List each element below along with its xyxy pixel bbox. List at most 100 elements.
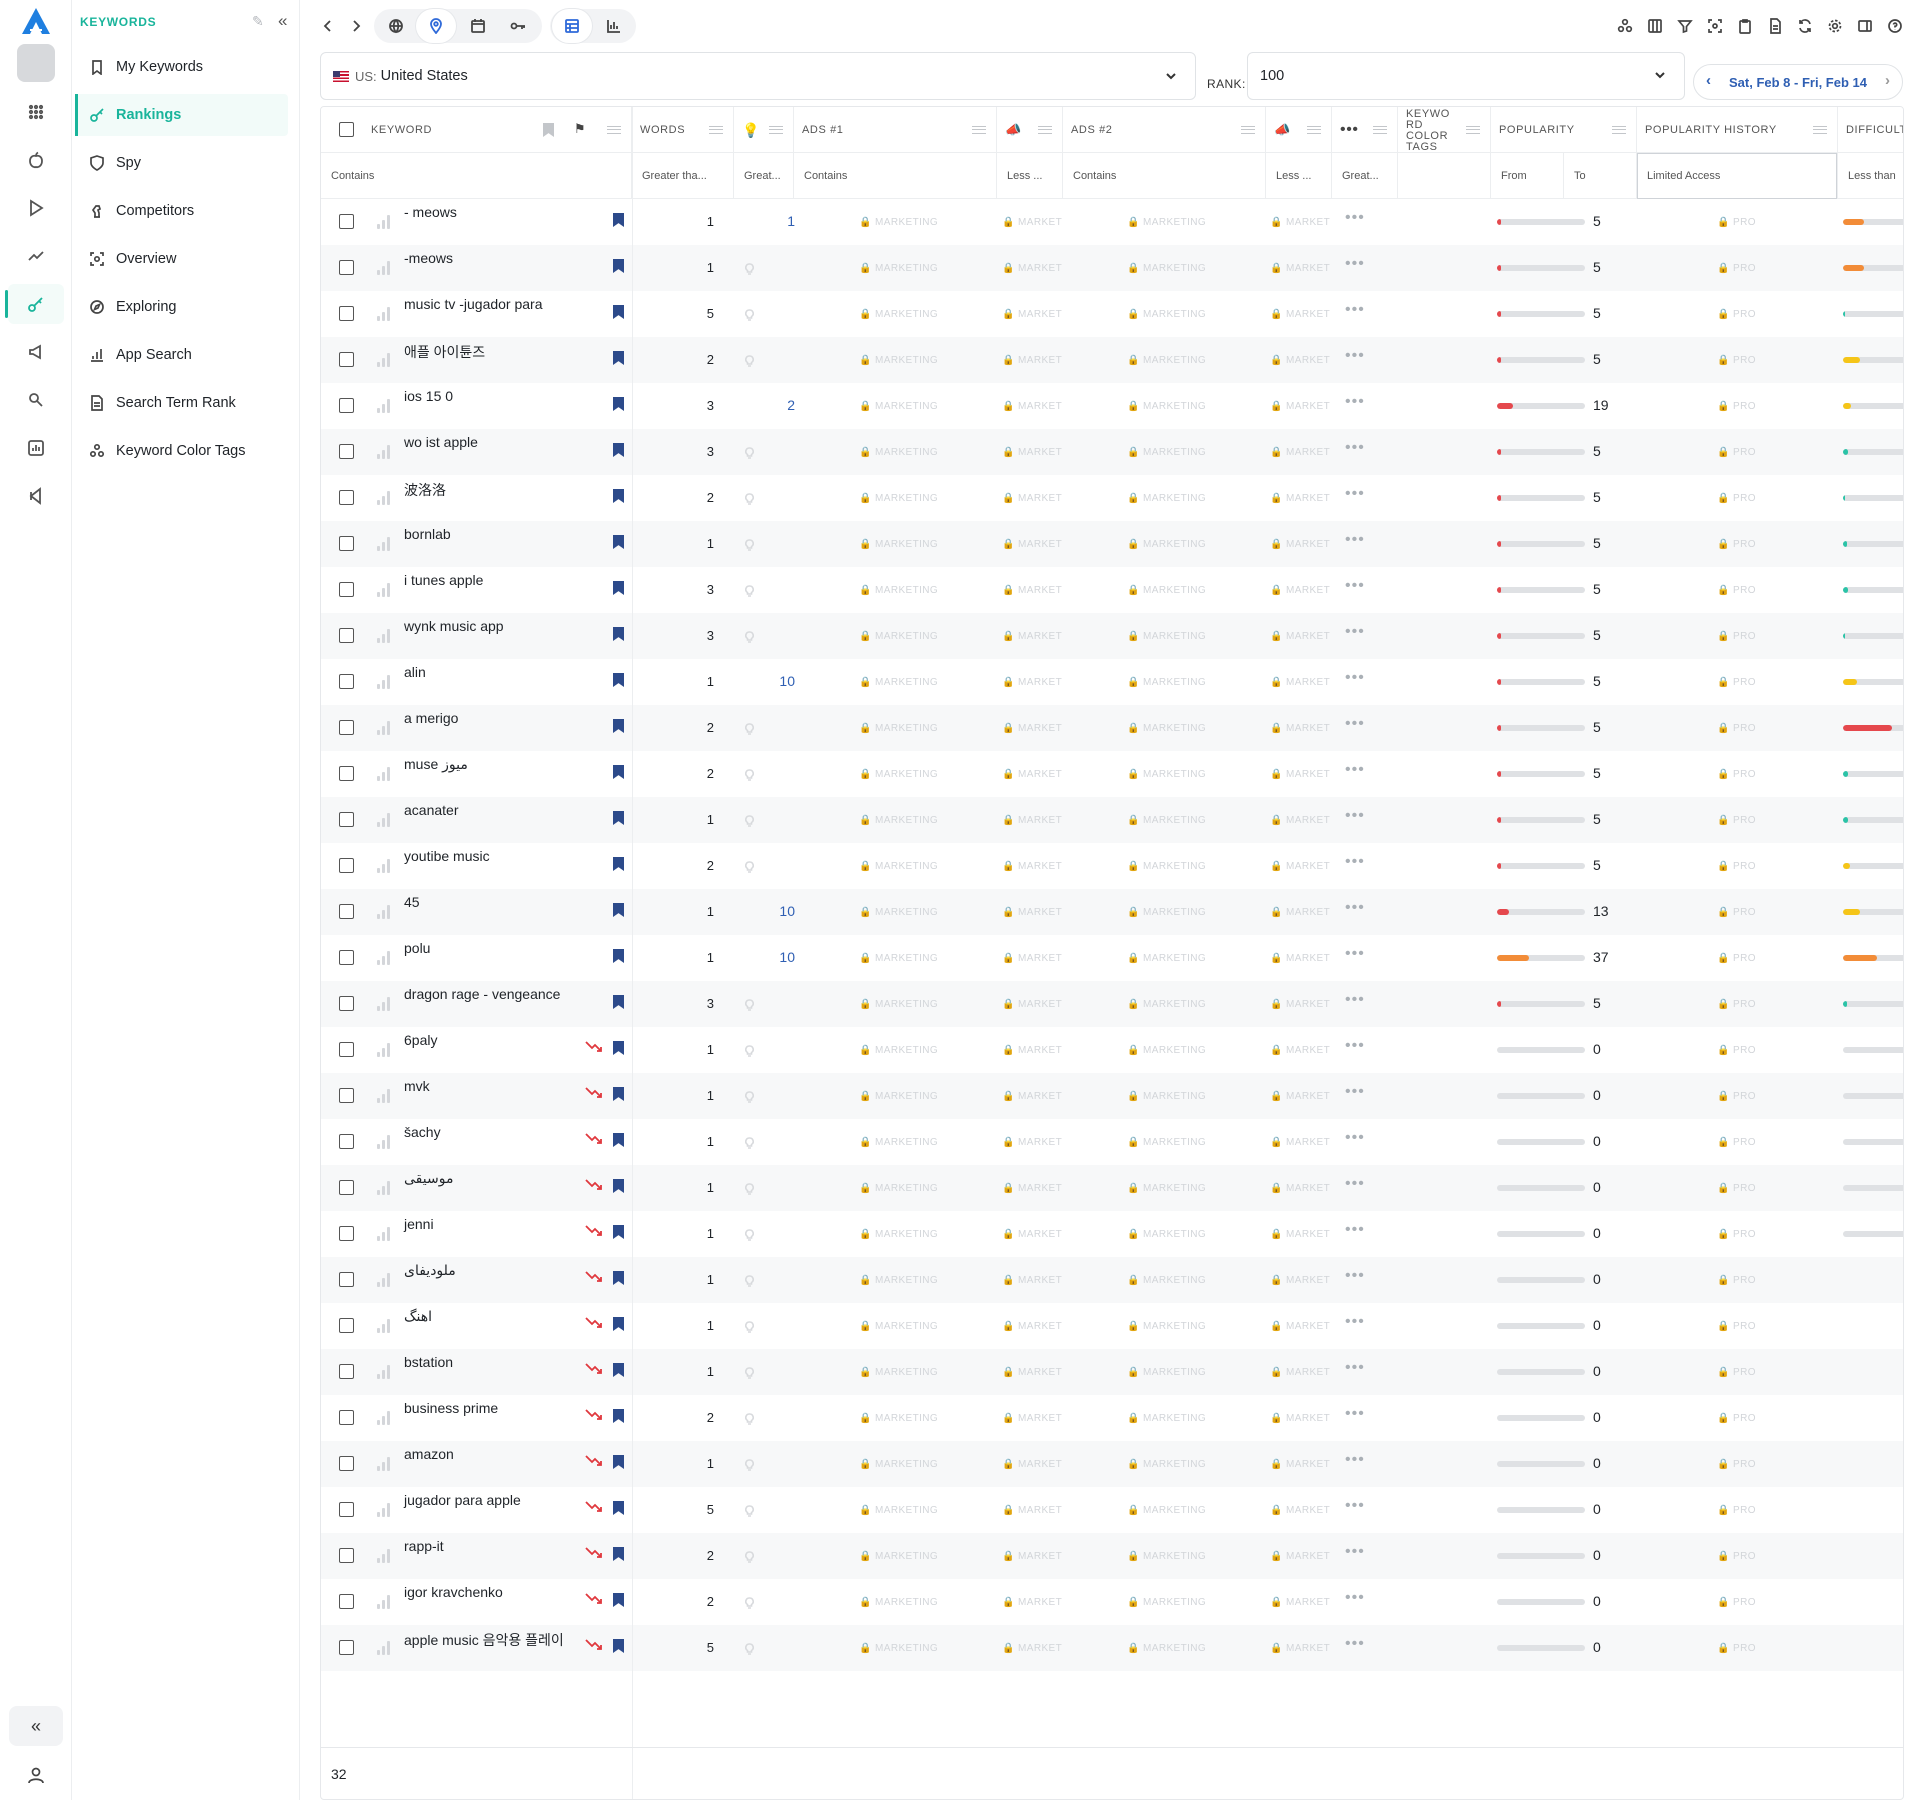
- bookmark-icon[interactable]: [613, 397, 624, 411]
- more-dots-icon[interactable]: •••: [1345, 1405, 1365, 1423]
- row-checkbox[interactable]: [339, 812, 354, 827]
- columns-icon[interactable]: [1640, 14, 1670, 38]
- trend-icon[interactable]: [8, 236, 64, 276]
- keyword-text[interactable]: bstation: [404, 1354, 453, 1370]
- vscode-icon[interactable]: [8, 476, 64, 516]
- row-checkbox[interactable]: [339, 1594, 354, 1609]
- keyword-text[interactable]: 波洛洛: [404, 480, 446, 500]
- filter-more[interactable]: Great...: [1332, 153, 1398, 199]
- keyword-text[interactable]: jugador para apple: [404, 1492, 521, 1508]
- keyword-text[interactable]: bornlab: [404, 526, 451, 542]
- col-ads2[interactable]: ADS #2: [1063, 107, 1266, 153]
- bookmark-icon[interactable]: [543, 123, 554, 137]
- globe-icon[interactable]: [376, 9, 416, 43]
- column-menu-icon[interactable]: [1038, 126, 1052, 134]
- settings-gear-icon[interactable]: [1820, 14, 1850, 38]
- key-icon[interactable]: [498, 9, 538, 43]
- more-dots-icon[interactable]: •••: [1345, 1451, 1365, 1469]
- keyword-text[interactable]: - meows: [404, 204, 457, 220]
- more-dots-icon[interactable]: •••: [1345, 899, 1365, 917]
- row-checkbox[interactable]: [339, 444, 354, 459]
- table-row[interactable]: 6paly 1 🔒 MARKETING 🔒 MARKET 🔒 MARKETING 🔒 MA…: [321, 1027, 1903, 1073]
- sidebar-item-app-search[interactable]: App Search: [76, 334, 288, 376]
- table-row[interactable]: اهنگ 1 🔒 MARKETING 🔒 MARKET 🔒 MARKETING 🔒 MAR…: [321, 1303, 1903, 1349]
- rank-value[interactable]: 10: [773, 949, 795, 965]
- more-dots-icon[interactable]: •••: [1345, 531, 1365, 549]
- collapse-rail-button[interactable]: «: [9, 1706, 63, 1746]
- help-icon[interactable]: [1880, 14, 1910, 38]
- table-row[interactable]: acanater 1 🔒 MARKETING 🔒 MARKET 🔒 MARKETING 🔒…: [321, 797, 1903, 843]
- keywords-rail-icon[interactable]: [5, 284, 64, 324]
- keyword-text[interactable]: -meows: [404, 250, 453, 266]
- edit-pencil-icon[interactable]: ✎: [252, 13, 264, 30]
- more-dots-icon[interactable]: •••: [1345, 393, 1365, 411]
- row-checkbox[interactable]: [339, 950, 354, 965]
- more-dots-icon[interactable]: •••: [1345, 669, 1365, 687]
- bookmark-icon[interactable]: [613, 489, 624, 503]
- more-dots-icon[interactable]: •••: [1345, 1037, 1365, 1055]
- row-checkbox[interactable]: [339, 1410, 354, 1425]
- table-row[interactable]: a merigo 2 🔒 MARKETING 🔒 MARKET 🔒 MARKETING 🔒…: [321, 705, 1903, 751]
- col-more[interactable]: •••: [1332, 107, 1398, 153]
- keyword-text[interactable]: wynk music app: [404, 618, 504, 634]
- table-row[interactable]: -meows 1 🔒 MARKETING 🔒 MARKET 🔒 MARKETING 🔒 M…: [321, 245, 1903, 291]
- table-row[interactable]: business prime 2 🔒 MARKETING 🔒 MARKET 🔒 MARK…: [321, 1395, 1903, 1441]
- table-row[interactable]: dragon rage - vengeance 3 🔒 MARKETING 🔒 MAR…: [321, 981, 1903, 1027]
- filter-ads2-less[interactable]: Less ...: [1266, 153, 1332, 199]
- bookmark-icon[interactable]: [613, 1133, 624, 1147]
- table-row[interactable]: ios 15 0 3 2 🔒 MARKETING 🔒 MARKET 🔒 MARKETING…: [321, 383, 1903, 429]
- more-dots-icon[interactable]: •••: [1345, 485, 1365, 503]
- table-row[interactable]: jugador para apple 5 🔒 MARKETING 🔒 MARKET 🔒 …: [321, 1487, 1903, 1533]
- sidebar-item-rankings[interactable]: Rankings: [75, 94, 288, 136]
- more-dots-icon[interactable]: •••: [1345, 761, 1365, 779]
- keyword-text[interactable]: acanater: [404, 802, 458, 818]
- keyword-text[interactable]: apple music 음악용 플레이: [404, 1630, 564, 1650]
- col-ads2-flag[interactable]: 📣: [1266, 107, 1332, 153]
- filter-pop-to[interactable]: To: [1564, 153, 1637, 199]
- col-popularity[interactable]: POPULARITY: [1491, 107, 1637, 153]
- sidebar-item-search-term-rank[interactable]: Search Term Rank: [76, 382, 288, 424]
- row-checkbox[interactable]: [339, 1318, 354, 1333]
- more-dots-icon[interactable]: •••: [1345, 807, 1365, 825]
- table-view-icon[interactable]: [552, 9, 592, 43]
- row-checkbox[interactable]: [339, 628, 354, 643]
- bookmark-icon[interactable]: [613, 1317, 624, 1331]
- table-row[interactable]: i tunes apple 3 🔒 MARKETING 🔒 MARKET 🔒 MARKE…: [321, 567, 1903, 613]
- more-dots-icon[interactable]: •••: [1345, 623, 1365, 641]
- row-checkbox[interactable]: [339, 1088, 354, 1103]
- keyword-text[interactable]: jenni: [404, 1216, 434, 1232]
- row-checkbox[interactable]: [339, 1364, 354, 1379]
- keyword-text[interactable]: mvk: [404, 1078, 430, 1094]
- row-checkbox[interactable]: [339, 858, 354, 873]
- keyword-text[interactable]: 6paly: [404, 1032, 437, 1048]
- filter-rank[interactable]: Great...: [734, 153, 794, 199]
- table-row[interactable]: šachy 1 🔒 MARKETING 🔒 MARKET 🔒 MARKETING 🔒 MA…: [321, 1119, 1903, 1165]
- bookmark-icon[interactable]: [613, 1087, 624, 1101]
- sidebar-item-my-keywords[interactable]: My Keywords: [76, 46, 288, 88]
- row-checkbox[interactable]: [339, 1502, 354, 1517]
- row-checkbox[interactable]: [339, 1456, 354, 1471]
- row-checkbox[interactable]: [339, 1180, 354, 1195]
- bookmark-icon[interactable]: [613, 305, 624, 319]
- refresh-icon[interactable]: [1790, 14, 1820, 38]
- table-row[interactable]: wynk music app 3 🔒 MARKETING 🔒 MARKET 🔒 MARK…: [321, 613, 1903, 659]
- row-checkbox[interactable]: [339, 582, 354, 597]
- bookmark-icon[interactable]: [613, 581, 624, 595]
- bookmark-icon[interactable]: [613, 443, 624, 457]
- col-rank[interactable]: 💡: [734, 107, 794, 153]
- row-checkbox[interactable]: [339, 766, 354, 781]
- bookmark-icon[interactable]: [613, 949, 624, 963]
- bookmark-icon[interactable]: [613, 1547, 624, 1561]
- col-words[interactable]: WORDS: [632, 107, 734, 153]
- keyword-text[interactable]: wo ist apple: [404, 434, 478, 450]
- row-checkbox[interactable]: [339, 674, 354, 689]
- table-row[interactable]: موسيقى 1 🔒 MARKETING 🔒 MARKET 🔒 MARKETING 🔒 M…: [321, 1165, 1903, 1211]
- collapse-nav-icon[interactable]: «: [278, 11, 287, 31]
- row-checkbox[interactable]: [339, 1134, 354, 1149]
- logo-icon[interactable]: [20, 6, 52, 36]
- row-checkbox[interactable]: [339, 1042, 354, 1057]
- bookmark-icon[interactable]: [613, 903, 624, 917]
- filter-words[interactable]: Greater tha...: [632, 153, 734, 199]
- bookmark-icon[interactable]: [613, 213, 624, 227]
- apple-icon[interactable]: [8, 140, 64, 180]
